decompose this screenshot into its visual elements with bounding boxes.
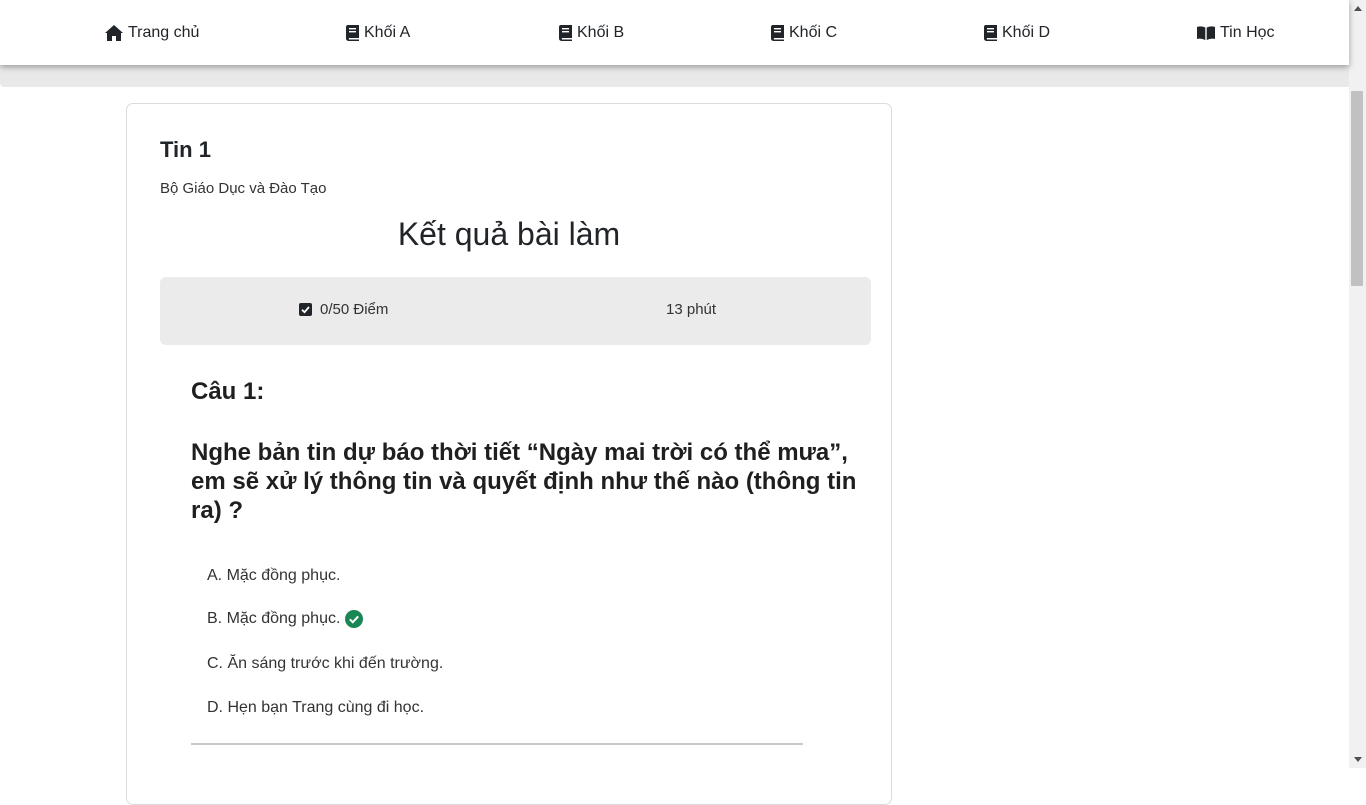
option-label: B. Mặc đồng phục. <box>207 610 341 627</box>
question-divider <box>191 743 803 745</box>
result-card: Tin 1 Bộ Giáo Dục và Đào Tạo Kết quả bài… <box>126 103 892 805</box>
nav-item-tin-hoc[interactable]: Tin Học <box>1197 22 1275 44</box>
nav-item-khoi-a[interactable]: Khối A <box>346 22 410 44</box>
book-open-icon <box>1197 26 1215 40</box>
nav-label: Tin Học <box>1220 24 1275 41</box>
time-display: 13 phút <box>666 301 717 318</box>
check-circle-icon <box>345 610 364 628</box>
option-d[interactable]: D. Hẹn bạn Trang cùng đi học. <box>207 699 424 717</box>
score-text: 0/50 Điểm <box>320 301 389 318</box>
header-band <box>0 65 1349 87</box>
nav-label: Trang chủ <box>128 24 200 41</box>
page-scrollbar[interactable] <box>1349 0 1366 768</box>
check-square-icon <box>299 303 312 316</box>
nav-label: Khối C <box>789 24 838 41</box>
option-label: A. Mặc đồng phục. <box>207 567 341 584</box>
book-icon <box>559 25 572 41</box>
option-a[interactable]: A. Mặc đồng phục. <box>207 567 340 585</box>
result-heading: Kết quả bài làm <box>397 216 621 252</box>
home-icon <box>105 25 123 41</box>
option-c[interactable]: C. Ăn sáng trước khi đến trường. <box>207 655 443 673</box>
scroll-up-arrow-icon[interactable] <box>1349 0 1366 17</box>
book-icon <box>346 25 359 41</box>
card-subtitle: Bộ Giáo Dục và Đào Tạo <box>160 180 327 197</box>
nav-label: Khối D <box>1002 24 1051 41</box>
option-label: C. Ăn sáng trước khi đến trường. <box>207 655 444 672</box>
nav-item-khoi-d[interactable]: Khối D <box>984 22 1050 44</box>
top-navbar: Trang chủ Khối A Khối B Khối C Khối D Ti… <box>0 0 1349 65</box>
option-b[interactable]: B. Mặc đồng phục. <box>207 610 364 628</box>
nav-label: Khối B <box>577 24 625 41</box>
result-summary: 0/50 Điểm 13 phút <box>160 277 871 345</box>
question-text: Nghe bản tin dự báo thời tiết “Ngày mai … <box>191 439 857 524</box>
card-title: Tin 1 <box>160 137 211 162</box>
scrollbar-thumb[interactable] <box>1351 91 1363 286</box>
nav-item-khoi-c[interactable]: Khối C <box>771 22 837 44</box>
scroll-down-arrow-icon[interactable] <box>1349 751 1366 768</box>
book-icon <box>984 25 997 41</box>
nav-item-khoi-b[interactable]: Khối B <box>559 22 624 44</box>
question-number: Câu 1: <box>191 378 265 405</box>
score-display: 0/50 Điểm <box>299 301 388 318</box>
nav-label: Khối A <box>364 24 411 41</box>
nav-item-trang-chu[interactable]: Trang chủ <box>105 22 199 44</box>
option-label: D. Hẹn bạn Trang cùng đi học. <box>207 699 425 716</box>
book-icon <box>771 25 784 41</box>
